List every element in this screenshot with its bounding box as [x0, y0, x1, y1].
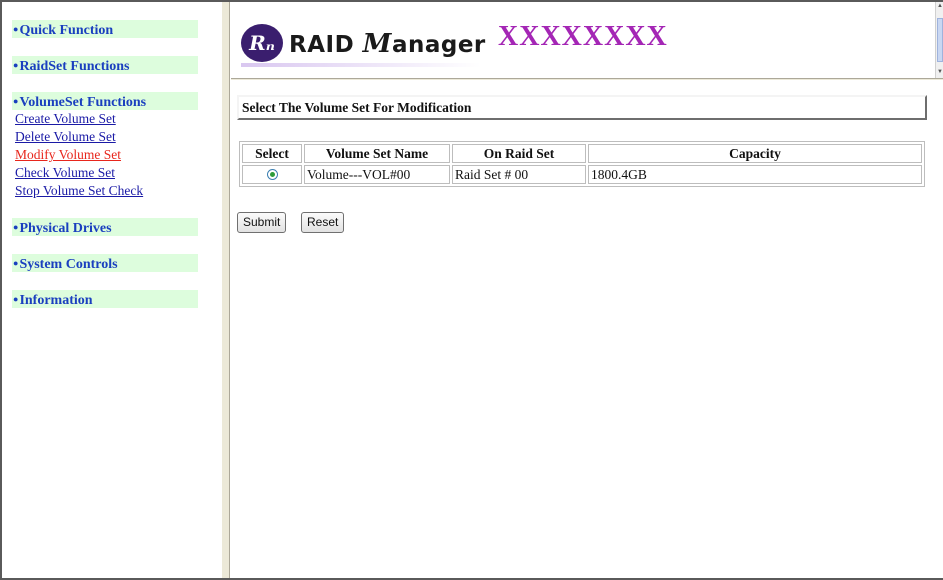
submit-button[interactable]: Submit [237, 212, 287, 233]
nav-section-label: Physical Drives [19, 221, 112, 236]
select-cell [242, 165, 302, 184]
logo-underline [241, 63, 481, 67]
header-frame: Rₙ RAID Manager XXXXXXXX [231, 2, 936, 78]
nav-section-information[interactable]: ●Information [12, 290, 198, 308]
product-name: XXXXXXXX [498, 21, 668, 52]
nav-section-label: Information [19, 293, 93, 308]
raid-manager-logo: Rₙ [241, 24, 283, 62]
scrollbar-thumb[interactable] [937, 18, 943, 62]
nav-section-physical-drives[interactable]: ●Physical Drives [12, 218, 198, 236]
main-frame: Select The Volume Set For Modification S… [231, 82, 943, 578]
column-header-volume-set-name: Volume Set Name [304, 144, 450, 163]
volume-set-name-cell: Volume---VOL#00 [304, 165, 450, 184]
nav-section-label: VolumeSet Functions [19, 95, 147, 110]
radio-selected-dot [269, 171, 275, 177]
nav-section-raidset-functions[interactable]: ●RaidSet Functions [12, 56, 198, 74]
nav-section-system-controls[interactable]: ●System Controls [12, 254, 198, 272]
volume-set-table: Select Volume Set Name On Raid Set Capac… [239, 141, 925, 187]
logo-title: RAID Manager [289, 24, 486, 64]
logo-script-letter: M [362, 29, 392, 59]
bullet-icon: ● [13, 294, 19, 304]
nav-link-create-volume-set[interactable]: Create Volume Set [15, 110, 220, 128]
table-row[interactable]: Volume---VOL#00 Raid Set # 00 1800.4GB [242, 165, 922, 184]
nav-section-label: Quick Function [19, 23, 114, 38]
column-header-on-raid-set: On Raid Set [452, 144, 586, 163]
raid-set-cell: Raid Set # 00 [452, 165, 586, 184]
bullet-icon: ● [13, 60, 19, 70]
table-header-row: Select Volume Set Name On Raid Set Capac… [242, 144, 922, 163]
nav-link-modify-volume-set[interactable]: Modify Volume Set [15, 146, 220, 164]
column-header-capacity: Capacity [588, 144, 922, 163]
nav-section-label: RaidSet Functions [19, 59, 130, 74]
bullet-icon: ● [13, 258, 19, 268]
bullet-icon: ● [13, 222, 19, 232]
nav-section-volumeset-functions[interactable]: ●VolumeSet Functions [12, 92, 198, 110]
nav-section-quick-function[interactable]: ●Quick Function [12, 20, 198, 38]
capacity-cell: 1800.4GB [588, 165, 922, 184]
volumeset-submenu: Create Volume Set Delete Volume Set Modi… [15, 110, 220, 200]
logo-word-raid: RAID [289, 32, 363, 58]
nav-section-label: System Controls [19, 257, 118, 272]
logo-word-anager: anager [391, 32, 486, 58]
header-scrollbar[interactable]: ▲ ▼ [935, 2, 943, 78]
reset-button[interactable]: Reset [301, 212, 345, 233]
scroll-down-icon[interactable]: ▼ [937, 68, 943, 76]
left-nav-frame: ●Quick Function ●RaidSet Functions ●Volu… [2, 2, 220, 578]
scroll-up-icon[interactable]: ▲ [937, 2, 943, 10]
frame-divider[interactable] [221, 2, 230, 578]
nav-link-check-volume-set[interactable]: Check Volume Set [15, 164, 220, 182]
header-separator [231, 78, 943, 81]
bullet-icon: ● [13, 24, 19, 34]
nav-link-delete-volume-set[interactable]: Delete Volume Set [15, 128, 220, 146]
column-header-select: Select [242, 144, 302, 163]
nav-link-stop-volume-set-check[interactable]: Stop Volume Set Check [15, 182, 220, 200]
volume-select-radio[interactable] [266, 168, 278, 180]
page-title: Select The Volume Set For Modification [237, 95, 927, 120]
bullet-icon: ● [13, 96, 19, 106]
